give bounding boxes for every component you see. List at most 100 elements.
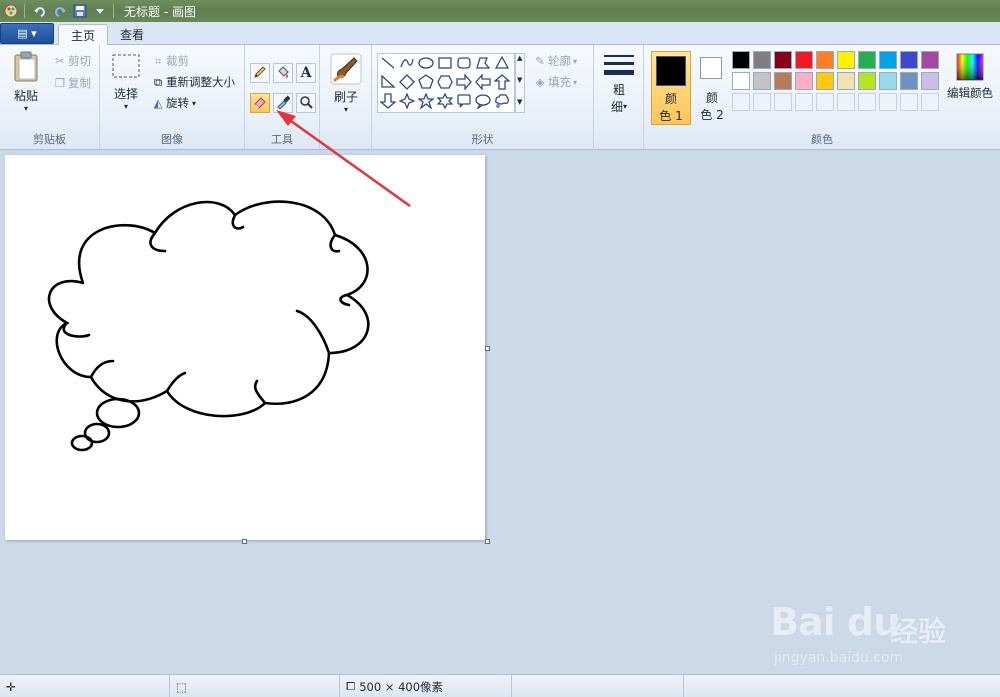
custom-color-slot[interactable]	[753, 93, 771, 111]
shapes-scrollbar[interactable]: ▲ ▼ ▼	[515, 53, 525, 113]
text-tool[interactable]: A	[296, 63, 316, 83]
oval-shape[interactable]	[417, 55, 435, 73]
resize-button[interactable]: ⧉ 重新调整大小	[150, 74, 235, 90]
curve-shape[interactable]	[398, 55, 416, 73]
paint-app-icon[interactable]	[2, 2, 20, 20]
five-point-star-shape[interactable]	[417, 91, 435, 111]
pencil-tool[interactable]	[250, 63, 270, 83]
custom-color-slot[interactable]	[816, 93, 834, 111]
undo-icon[interactable]	[31, 2, 49, 20]
up-arrow-shape[interactable]	[493, 73, 511, 92]
select-button[interactable]: 选择 ▾	[108, 53, 144, 111]
brush-label: 刷子	[333, 90, 358, 104]
palette-swatch[interactable]	[795, 51, 813, 69]
cut-button[interactable]: ✂ 剪切	[52, 53, 91, 69]
thought-cloud-drawing	[47, 200, 370, 452]
palette-swatch[interactable]	[732, 51, 750, 69]
resize-handle-right[interactable]	[485, 346, 490, 351]
fill-tool[interactable]	[273, 63, 293, 83]
magnifier-tool[interactable]	[296, 93, 316, 113]
palette-swatch[interactable]	[921, 72, 939, 90]
diamond-shape[interactable]	[398, 73, 416, 92]
rounded-rectangle-shape[interactable]	[455, 55, 473, 73]
app-menu-label: ▤ ▾	[17, 27, 37, 40]
custom-color-slot[interactable]	[921, 93, 939, 111]
fill-button[interactable]: ◈ 填充 ▾	[532, 74, 577, 90]
palette-swatch[interactable]	[816, 51, 834, 69]
pencil-icon	[253, 65, 267, 82]
custom-color-slot[interactable]	[795, 93, 813, 111]
palette-swatch[interactable]	[795, 72, 813, 90]
size-button[interactable]: 粗 细 ▾	[602, 53, 636, 115]
eyedropper-icon	[276, 94, 291, 112]
eraser-tool[interactable]	[250, 93, 270, 113]
tab-view[interactable]: 查看	[108, 24, 156, 45]
polygon-shape[interactable]	[474, 55, 492, 73]
palette-swatch[interactable]	[837, 72, 855, 90]
right-arrow-shape[interactable]	[455, 72, 473, 92]
rectangle-shape[interactable]	[436, 55, 454, 73]
down-arrow-shape[interactable]	[379, 92, 397, 111]
resize-handle-bottom[interactable]	[242, 539, 247, 544]
palette-swatch[interactable]	[774, 51, 792, 69]
hexagon-shape[interactable]	[436, 74, 454, 92]
palette-swatch[interactable]	[858, 51, 876, 69]
palette-swatch[interactable]	[921, 51, 939, 69]
cloud-callout-shape[interactable]	[493, 93, 511, 111]
color2-button[interactable]: 颜 色 2	[694, 51, 730, 125]
palette-swatch[interactable]	[753, 72, 771, 90]
left-arrow-shape[interactable]	[474, 72, 492, 92]
tab-home[interactable]: 主页	[58, 24, 109, 45]
triangle-shape[interactable]	[493, 55, 511, 73]
paste-button[interactable]: 粘贴 ▾	[8, 51, 44, 113]
custom-color-slot[interactable]	[879, 93, 897, 111]
resize-handle-corner[interactable]	[485, 539, 490, 544]
palette-swatch[interactable]	[837, 51, 855, 69]
save-icon[interactable]	[71, 2, 89, 20]
brushes-button[interactable]: 刷子 ▾	[328, 53, 364, 114]
custom-color-slot[interactable]	[774, 93, 792, 111]
rainbow-icon	[956, 53, 984, 81]
redo-icon[interactable]	[51, 2, 69, 20]
custom-color-slot[interactable]	[732, 93, 750, 111]
palette-swatch[interactable]	[816, 72, 834, 90]
rounded-callout-shape[interactable]	[455, 93, 473, 111]
palette-swatch[interactable]	[900, 51, 918, 69]
app-menu-button[interactable]: ▤ ▾	[0, 23, 54, 44]
chevron-down-icon: ▾	[343, 105, 348, 114]
pentagon-icon	[418, 73, 434, 93]
color1-button[interactable]: 颜 色 1	[651, 51, 691, 125]
palette-swatch[interactable]	[774, 72, 792, 90]
edit-colors-button[interactable]: 编辑颜色	[944, 53, 996, 101]
outline-button[interactable]: ✎ 轮廓 ▾	[532, 53, 577, 69]
crop-button[interactable]: ⌗ 裁剪	[150, 53, 189, 69]
custom-color-slot[interactable]	[858, 93, 876, 111]
pentagon-shape[interactable]	[417, 73, 435, 93]
custom-color-slot[interactable]	[837, 93, 855, 111]
dropdown-icon[interactable]	[91, 2, 109, 20]
copy-button[interactable]: ❐ 复制	[52, 75, 91, 91]
oval-callout-shape[interactable]	[474, 93, 492, 111]
color-picker-tool[interactable]	[273, 93, 293, 113]
rotate-button[interactable]: ◭ 旋转 ▾	[150, 95, 196, 111]
four-point-star-shape[interactable]	[398, 91, 416, 111]
color1-label-top: 颜	[664, 92, 677, 106]
line-shape[interactable]	[379, 55, 397, 73]
drawing-canvas[interactable]	[5, 155, 485, 540]
watermark-url: jingyan.baidu.com	[774, 650, 904, 666]
six-point-star-shape[interactable]	[436, 92, 454, 111]
copy-icon: ❐	[54, 76, 66, 90]
palette-swatch[interactable]	[879, 72, 897, 90]
palette-swatch[interactable]	[879, 51, 897, 69]
palette-swatch[interactable]	[900, 72, 918, 90]
palette-swatch[interactable]	[858, 72, 876, 90]
right-triangle-shape[interactable]	[379, 74, 397, 92]
separator	[113, 4, 114, 18]
canvas-workspace[interactable]: Bai du 经验 jingyan.baidu.com	[0, 110, 1000, 674]
ribbon: 粘贴 ▾ ✂ 剪切 ❐ 复制 剪贴板 选择 ▾ ⌗ 裁剪 ⧉ 重新调整大小 ◭ …	[0, 45, 1000, 150]
custom-color-slot[interactable]	[900, 93, 918, 111]
palette-swatch[interactable]	[753, 51, 771, 69]
palette-swatch[interactable]	[732, 72, 750, 90]
shapes-group-label: 形状	[471, 133, 494, 146]
rotate-label: 旋转	[166, 96, 189, 110]
